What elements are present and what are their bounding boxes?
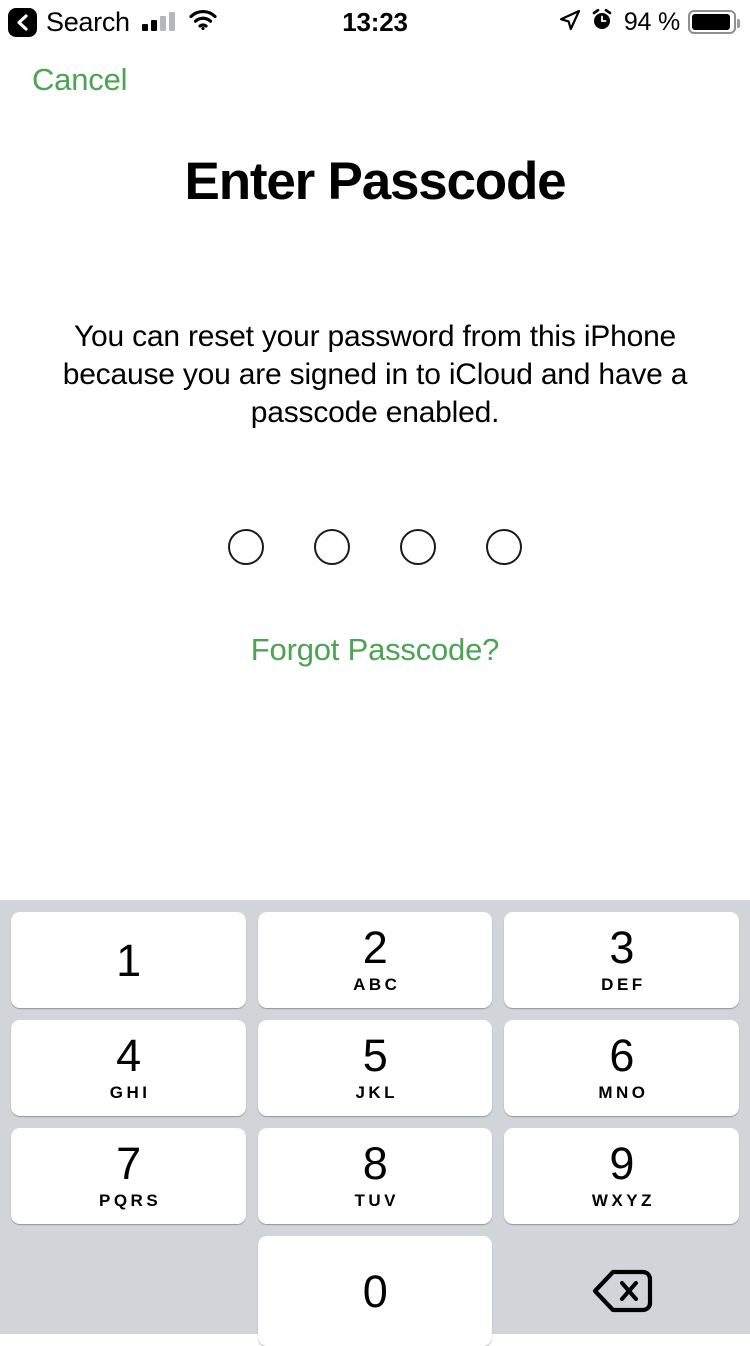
keypad-key-letters: ABC: [353, 976, 400, 993]
status-bar: Search 94 %: [0, 0, 750, 44]
keypad-key-digit: 4: [116, 1033, 141, 1078]
cellular-signal-icon: [142, 13, 175, 31]
keypad-key-digit: 2: [363, 925, 388, 970]
keypad-key-letters: GHI: [110, 1084, 151, 1101]
passcode-dots[interactable]: [0, 529, 750, 565]
keypad-key-1[interactable]: 1: [11, 912, 246, 1008]
keypad-spacer: [11, 1236, 246, 1346]
keypad-key-letters: TUV: [355, 1192, 400, 1209]
status-bar-left: Search: [8, 8, 218, 37]
status-bar-right: 94 %: [558, 8, 736, 37]
keypad-key-9[interactable]: 9 WXYZ: [504, 1128, 739, 1224]
passcode-dot: [314, 529, 350, 565]
status-back-app-label[interactable]: Search: [46, 9, 130, 36]
page-title: Enter Passcode: [0, 152, 750, 213]
keypad-row: 4 GHI 5 JKL 6 MNO: [11, 1020, 739, 1116]
passcode-dot: [228, 529, 264, 565]
keypad-key-4[interactable]: 4 GHI: [11, 1020, 246, 1116]
keypad-key-digit: 9: [609, 1141, 634, 1186]
cancel-button[interactable]: Cancel: [32, 62, 127, 98]
keypad-key-5[interactable]: 5 JKL: [258, 1020, 493, 1116]
keypad-key-digit: 1: [116, 938, 141, 983]
keypad-key-digit: 7: [116, 1141, 141, 1186]
wifi-icon: [188, 9, 218, 36]
battery-icon: [688, 10, 736, 34]
keypad-key-8[interactable]: 8 TUV: [258, 1128, 493, 1224]
numeric-keypad: 1 2 ABC 3 DEF 4 GHI 5 JKL 6 MNO 7 PQRS 8 TUV 9 WXYZ 0: [0, 900, 750, 1334]
keypad-row: 1 2 ABC 3 DEF: [11, 912, 739, 1008]
alarm-clock-icon: [590, 8, 614, 37]
keypad-key-letters: WXYZ: [592, 1192, 655, 1209]
keypad-key-digit: 8: [363, 1141, 388, 1186]
keypad-row: 7 PQRS 8 TUV 9 WXYZ: [11, 1128, 739, 1224]
description-text: You can reset your password from this iP…: [62, 318, 688, 432]
keypad-key-digit: 3: [609, 925, 634, 970]
keypad-key-0[interactable]: 0: [258, 1236, 493, 1346]
location-arrow-icon: [558, 8, 582, 37]
keypad-key-digit: 6: [609, 1033, 634, 1078]
battery-percent-label: 94 %: [624, 8, 680, 37]
passcode-dot: [400, 529, 436, 565]
forgot-passcode-link[interactable]: Forgot Passcode?: [0, 632, 750, 668]
keypad-key-letters: JKL: [355, 1084, 398, 1101]
delete-backspace-icon[interactable]: [504, 1236, 739, 1346]
keypad-key-digit: 0: [363, 1269, 388, 1314]
keypad-key-7[interactable]: 7 PQRS: [11, 1128, 246, 1224]
passcode-dot: [486, 529, 522, 565]
keypad-key-letters: PQRS: [99, 1192, 161, 1209]
keypad-key-letters: MNO: [598, 1084, 648, 1101]
keypad-key-6[interactable]: 6 MNO: [504, 1020, 739, 1116]
chevron-left-icon[interactable]: [8, 8, 37, 37]
keypad-key-3[interactable]: 3 DEF: [504, 912, 739, 1008]
keypad-key-digit: 5: [363, 1033, 388, 1078]
keypad-key-2[interactable]: 2 ABC: [258, 912, 493, 1008]
keypad-row: 0: [11, 1236, 739, 1346]
keypad-key-letters: DEF: [601, 976, 646, 993]
